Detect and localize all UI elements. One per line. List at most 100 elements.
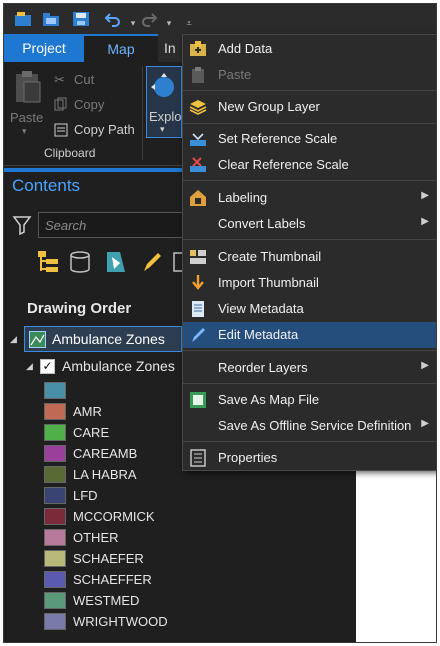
tab-insert[interactable]: In: [164, 34, 184, 62]
legend-swatch[interactable]: [44, 549, 66, 567]
submenu-arrow-icon: ▶: [421, 190, 429, 201]
legend-swatch[interactable]: [44, 465, 66, 483]
legend-item[interactable]: OTHER: [44, 527, 119, 547]
menu-item-label: Properties: [218, 450, 278, 465]
menu-item-reorder-layers[interactable]: Reorder Layers ▶: [183, 355, 436, 381]
layer-visibility-checkbox[interactable]: ✓: [40, 358, 55, 374]
legend-label: MCCORMICK: [73, 508, 155, 524]
menu-item-save-as-map-file[interactable]: Save As Map File: [183, 387, 436, 413]
menu-item-label: Create Thumbnail: [218, 249, 322, 264]
set-reference-scale-icon: [189, 130, 207, 148]
menu-item-clear-reference-scale[interactable]: Clear Reference Scale: [183, 152, 436, 178]
sublayer-expand-icon[interactable]: ◢: [26, 361, 40, 372]
add-data-icon: [189, 40, 207, 58]
legend-item[interactable]: CAREAMB: [44, 443, 137, 463]
legend-item[interactable]: SCHAEFFER: [44, 569, 152, 589]
menu-item-label: Reorder Layers: [218, 360, 308, 375]
paste-button[interactable]: Paste: [10, 110, 43, 125]
cut-button[interactable]: Cut: [74, 72, 94, 87]
list-by-snapping-icon[interactable]: [172, 249, 182, 277]
menu-separator: [183, 383, 436, 384]
paste-icon: [189, 66, 207, 84]
open-project-icon[interactable]: [40, 9, 62, 29]
menu-item-save-as-offline-service-definition[interactable]: Save As Offline Service Definition ▶: [183, 413, 436, 439]
menu-item-label: View Metadata: [218, 301, 304, 316]
list-by-selection-icon[interactable]: [104, 249, 128, 277]
redo-dropdown-icon[interactable]: ▾: [158, 13, 180, 33]
map-expand-icon[interactable]: ◢: [10, 334, 17, 345]
redo-icon[interactable]: [138, 9, 160, 29]
legend-label: LA HABRA: [73, 466, 137, 482]
list-by-data-source-icon[interactable]: [68, 249, 92, 277]
list-by-editing-icon[interactable]: [140, 249, 164, 277]
new-project-icon[interactable]: [12, 9, 34, 29]
legend-item[interactable]: WRIGHTWOOD: [44, 611, 168, 631]
legend-label: OTHER: [73, 529, 119, 545]
contents-search-input[interactable]: Search: [38, 212, 183, 238]
legend-item[interactable]: [44, 380, 73, 400]
legend-swatch[interactable]: [44, 591, 66, 609]
menu-item-new-group-layer[interactable]: New Group Layer: [183, 94, 436, 120]
legend-swatch[interactable]: [44, 444, 66, 462]
copy-path-button[interactable]: Copy Path: [74, 122, 135, 137]
legend-item[interactable]: LFD: [44, 485, 98, 505]
customize-toolbar-icon[interactable]: ⩡: [178, 13, 200, 33]
legend-item[interactable]: CARE: [44, 422, 109, 442]
explore-dropdown-icon[interactable]: ▾: [160, 124, 165, 135]
legend-swatch[interactable]: [44, 528, 66, 546]
filter-icon[interactable]: [12, 214, 32, 236]
menu-item-add-data[interactable]: Add Data: [183, 36, 436, 62]
legend-item[interactable]: WESTMED: [44, 590, 139, 610]
legend-item[interactable]: SCHAEFER: [44, 548, 144, 568]
legend-swatch[interactable]: [44, 570, 66, 588]
legend-swatch[interactable]: [44, 423, 66, 441]
legend-swatch[interactable]: [44, 612, 66, 630]
list-by-drawing-order-icon[interactable]: [36, 249, 58, 277]
copy-button[interactable]: Copy: [74, 97, 104, 112]
menu-item-label: Convert Labels: [218, 216, 306, 231]
legend-label: CARE: [73, 424, 110, 440]
undo-icon[interactable]: [102, 9, 124, 29]
menu-item-label: Import Thumbnail: [218, 275, 319, 290]
menu-item-label: Add Data: [218, 41, 273, 56]
legend-swatch[interactable]: [44, 402, 66, 420]
menu-separator: [183, 180, 436, 181]
copy-path-icon: [54, 122, 70, 138]
legend-item[interactable]: LA HABRA: [44, 464, 137, 484]
paste-dropdown-icon[interactable]: ▾: [22, 126, 27, 137]
labeling-icon: [189, 189, 207, 207]
submenu-arrow-icon: ▶: [421, 360, 429, 371]
legend-item[interactable]: MCCORMICK: [44, 506, 155, 526]
legend-label: AMR: [73, 403, 102, 419]
map-layer-icon: [29, 331, 46, 348]
menu-item-edit-metadata[interactable]: Edit Metadata: [183, 322, 436, 348]
legend-label: SCHAEFFER: [73, 571, 152, 587]
menu-item-convert-labels[interactable]: Convert Labels ▶: [183, 211, 436, 237]
menu-item-import-thumbnail[interactable]: Import Thumbnail: [183, 270, 436, 296]
menu-item-properties[interactable]: Properties: [183, 445, 436, 471]
tab-project[interactable]: Project: [4, 34, 84, 62]
group-layer-icon: [189, 98, 207, 116]
menu-item-label: Save As Map File: [218, 392, 320, 407]
paste-icon[interactable]: [10, 68, 46, 108]
cut-icon: ✂: [54, 72, 65, 87]
menu-separator: [183, 350, 436, 351]
menu-item-view-metadata[interactable]: View Metadata: [183, 296, 436, 322]
menu-item-labeling[interactable]: Labeling ▶: [183, 185, 436, 211]
legend-swatch[interactable]: [44, 381, 66, 399]
menu-item-label: Clear Reference Scale: [218, 157, 349, 172]
contents-title: Contents: [12, 176, 81, 195]
menu-item-create-thumbnail[interactable]: Create Thumbnail: [183, 244, 436, 270]
tab-map[interactable]: Map: [84, 34, 158, 62]
save-icon[interactable]: [70, 9, 92, 29]
legend-swatch[interactable]: [44, 486, 66, 504]
menu-item-paste[interactable]: Paste: [183, 62, 436, 88]
sublayer-row[interactable]: ◢ ✓ Ambulance Zones: [26, 356, 175, 376]
menu-item-set-reference-scale[interactable]: Set Reference Scale: [183, 126, 436, 152]
explore-button[interactable]: Explo: [149, 109, 182, 124]
legend-label: SCHAEFER: [73, 550, 144, 566]
legend-item[interactable]: AMR: [44, 401, 102, 421]
layer-row-ambulance-zones[interactable]: Ambulance Zones: [24, 326, 182, 352]
legend-swatch[interactable]: [44, 507, 66, 525]
menu-item-label: Labeling: [218, 190, 268, 205]
